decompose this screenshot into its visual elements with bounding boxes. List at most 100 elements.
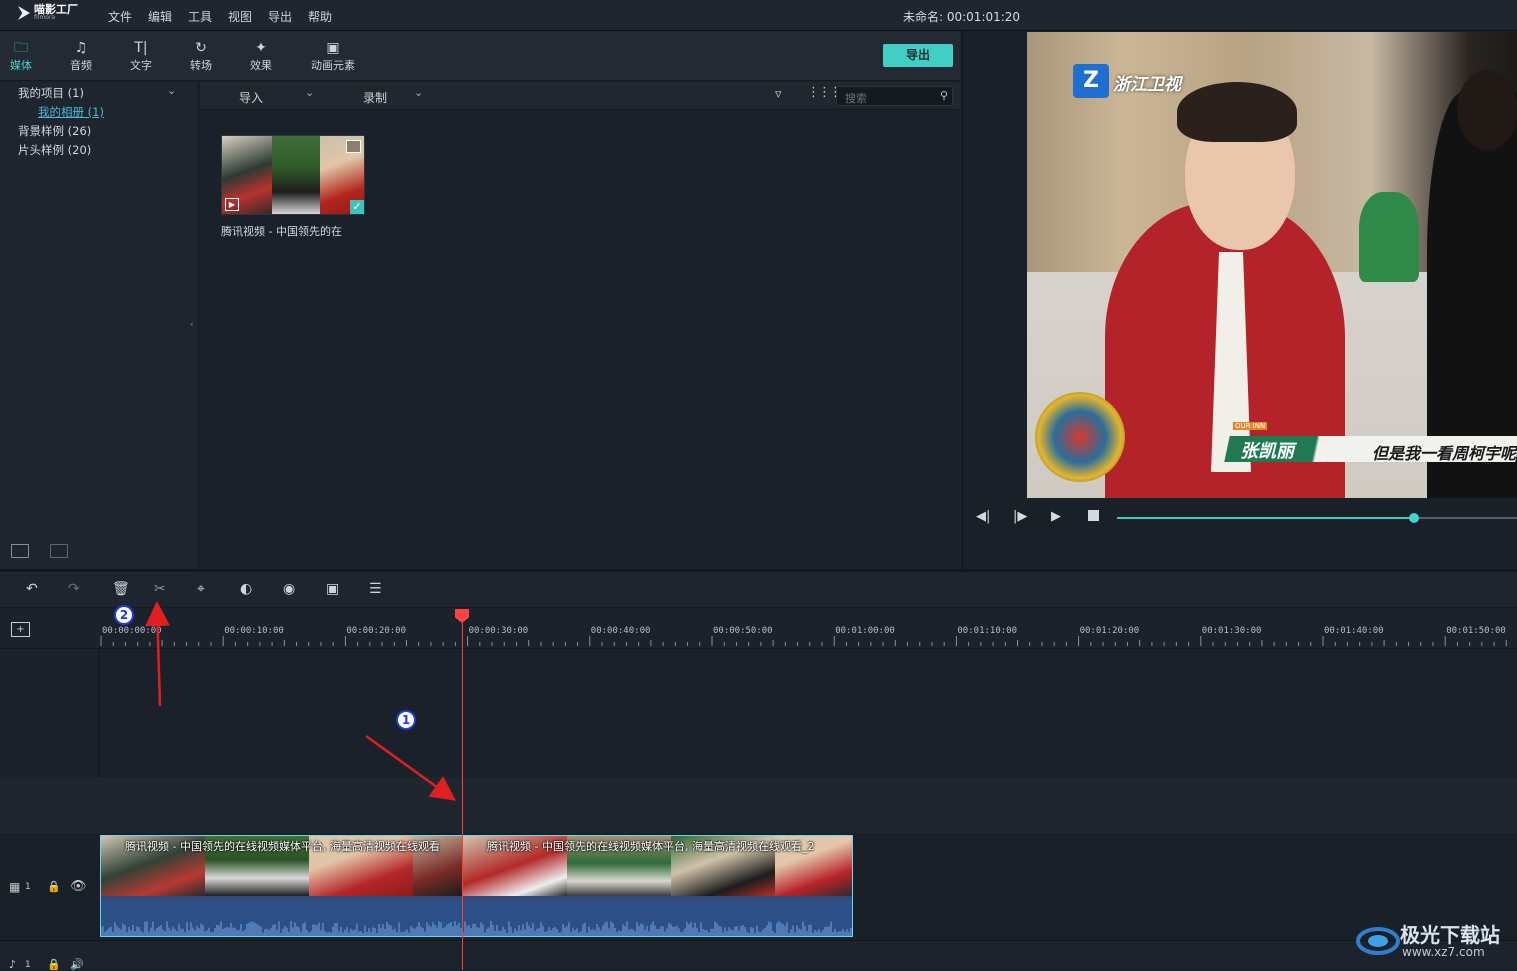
lock-icon[interactable]: 🔒 [47, 880, 61, 893]
menu-view[interactable]: 视图 [228, 8, 252, 25]
menu-help[interactable]: 帮助 [308, 8, 332, 25]
speed-icon[interactable]: ◐ [240, 581, 252, 597]
crop-icon[interactable]: ⌖ [197, 581, 205, 597]
tab-label: 媒体 [10, 59, 32, 72]
play-icon[interactable]: ▶ [1051, 509, 1061, 524]
caption-tag: OUR INN [1233, 422, 1268, 430]
tab-transition[interactable]: ↻ 转场 [171, 39, 231, 73]
playback-scrubber[interactable] [1117, 513, 1517, 523]
eye-icon[interactable]: 👁 [70, 879, 87, 894]
play-preview-icon[interactable]: ▶ [225, 198, 239, 211]
stop-icon[interactable] [1088, 510, 1099, 521]
video-type-icon [346, 140, 361, 153]
redo-icon[interactable]: ↷ [68, 581, 80, 597]
video-track-number: 1 [25, 882, 31, 892]
plant-shape [1359, 192, 1419, 282]
ruler-label: 00:00:50:00 [713, 626, 773, 636]
audio-track-icon: ♪ [9, 958, 17, 971]
sidebar-item-backgrounds[interactable]: 背景样例 (26) [18, 123, 91, 139]
app-logo: 喵影工厂 filmora [18, 4, 78, 21]
speaker-icon[interactable]: 🔊 [70, 958, 84, 971]
caption-line: 但是我一看周柯宇呢 [1372, 444, 1517, 463]
media-caption: 腾讯视频 - 中国领先的在 [221, 225, 342, 238]
new-folder-icon[interactable] [11, 544, 29, 558]
timeline-toolbar: ↶ ↷ 🗑 ✂ ⌖ ◐ ◉ ▣ ☰ [0, 572, 1517, 608]
collapse-panel-icon[interactable]: ‹ [190, 320, 194, 330]
ruler-label: 00:01:10:00 [957, 626, 1017, 636]
watermark: 极光下载站 www.xz7.com [1356, 917, 1500, 964]
second-person-hair-shape [1457, 70, 1517, 150]
media-thumbnail[interactable]: ▶ ✓ [221, 135, 365, 215]
tab-label: 效果 [250, 59, 272, 72]
media-library: ▶ ✓ 腾讯视频 - 中国领先的在 [200, 111, 960, 569]
next-frame-icon[interactable]: |▶ [1013, 509, 1027, 524]
import-button[interactable]: 导入 [239, 89, 263, 106]
track-separator [0, 777, 1517, 833]
video-preview: Z 浙江卫视 OUR INN 张凯丽 但是我一看周柯宇呢 [1027, 32, 1517, 498]
tab-label: 音频 [70, 59, 92, 72]
previous-frame-icon[interactable]: ◀| [976, 509, 990, 524]
lock-icon[interactable]: 🔒 [47, 958, 61, 971]
empty-track-area[interactable] [100, 650, 1517, 777]
chevron-down-icon[interactable]: ⌄ [305, 86, 314, 99]
transition-icon: ↻ [195, 40, 207, 56]
delete-icon[interactable]: 🗑 [112, 581, 130, 597]
menu-export[interactable]: 导出 [268, 8, 292, 25]
menu-edit[interactable]: 编辑 [148, 8, 172, 25]
thumbnail-frame [272, 136, 320, 214]
ruler-label: 00:01:30:00 [1202, 626, 1262, 636]
audio-track[interactable]: ♪ 1 🔒 🔊 [0, 940, 1517, 971]
menu-file[interactable]: 文件 [108, 8, 132, 25]
tab-effects[interactable]: ✦ 效果 [231, 39, 291, 73]
menu-bar: 喵影工厂 filmora 文件 编辑 工具 视图 导出 帮助 未命名: 00:0… [0, 0, 1517, 31]
library-tabs: 🗀 媒体 ♫ 音频 T| 文字 ↻ 转场 ✦ 效果 ▣ 动画元素 导出 [0, 31, 960, 81]
logo-mark-icon [18, 6, 30, 20]
sidebar-item-intros[interactable]: 片头样例 (20) [18, 142, 91, 158]
color-icon[interactable]: ◉ [283, 581, 295, 597]
ruler-label: 00:01:40:00 [1324, 626, 1384, 636]
tab-audio[interactable]: ♫ 音频 [51, 39, 111, 73]
playhead-line [462, 615, 463, 970]
chevron-down-icon[interactable]: ⌄ [414, 86, 423, 99]
adjust-icon[interactable]: ☰ [369, 581, 382, 597]
search-input[interactable]: 搜索 ⚲ [836, 86, 953, 106]
split-scissors-icon[interactable]: ✂ [154, 581, 166, 597]
undo-icon[interactable]: ↶ [26, 581, 38, 597]
tab-media[interactable]: 🗀 媒体 [0, 39, 51, 73]
menu-tools[interactable]: 工具 [188, 8, 212, 25]
timeline-ruler[interactable]: + 00:00:00:00 00:00:10:00 00:00:20:00 00:00… [0, 609, 1517, 649]
chevron-down-icon[interactable]: ⌄ [167, 84, 176, 97]
media-toolbar: 导入 ⌄ 录制 ⌄ ▿ ⋮⋮⋮ 搜索 ⚲ [200, 82, 960, 110]
video-clip[interactable]: 腾讯视频 - 中国领先的在线视频媒体平台, 海量高清视频在线观看 腾讯视频 - … [100, 835, 853, 937]
green-screen-icon[interactable]: ▣ [326, 581, 339, 597]
annotation-badge-1: 1 [396, 710, 416, 730]
ruler-ticks: 00:00:00:00 00:00:10:00 00:00:20:00 00:00:3… [100, 626, 1507, 646]
folder-icon: 🗀 [14, 40, 28, 56]
search-icon[interactable]: ⚲ [940, 89, 948, 102]
filter-icon[interactable]: ▿ [775, 87, 782, 102]
tab-elements[interactable]: ▣ 动画元素 [303, 39, 363, 73]
ruler-label: 00:00:30:00 [469, 626, 529, 636]
tab-text[interactable]: T| 文字 [111, 39, 171, 73]
delete-folder-icon[interactable] [50, 544, 68, 558]
watermark-name: 极光下载站 [1400, 923, 1500, 947]
ruler-label: 00:00:00:00 [102, 626, 162, 636]
clip-title: 腾讯视频 - 中国领先的在线视频媒体平台, 海量高清视频在线观看 [125, 840, 440, 853]
watermark-logo-icon [1356, 927, 1400, 955]
export-button[interactable]: 导出 [883, 44, 953, 67]
clip-title: 腾讯视频 - 中国领先的在线视频媒体平台, 海量高清视频在线观看_2 [487, 840, 815, 853]
tab-label: 文字 [130, 59, 152, 72]
music-note-icon: ♫ [74, 40, 88, 56]
ruler-label: 00:00:40:00 [591, 626, 651, 636]
sidebar-item-my-project[interactable]: 我的项目 (1) [18, 85, 84, 101]
ruler-label: 00:01:50:00 [1446, 626, 1506, 636]
ruler-label: 00:01:20:00 [1080, 626, 1140, 636]
sidebar-item-my-album[interactable]: 我的相册 (1) [38, 104, 104, 120]
tab-label: 转场 [190, 59, 212, 72]
clip-filmstrip: 腾讯视频 - 中国领先的在线视频媒体平台, 海量高清视频在线观看 腾讯视频 - … [101, 836, 852, 896]
playback-controls: ◀| |▶ ▶ [963, 501, 1517, 541]
add-track-icon[interactable]: + [11, 622, 30, 637]
effects-icon: ✦ [255, 40, 267, 56]
scrubber-handle[interactable] [1408, 513, 1419, 523]
record-button[interactable]: 录制 [363, 89, 387, 106]
